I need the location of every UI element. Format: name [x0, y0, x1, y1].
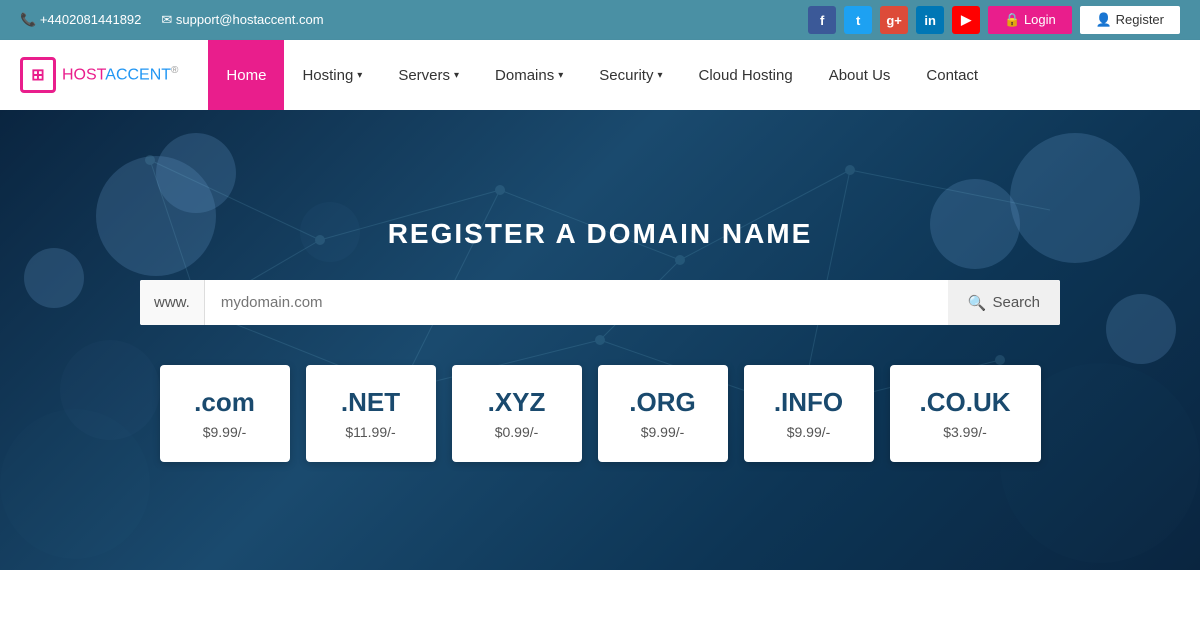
domain-card-com[interactable]: .com $9.99/-	[160, 365, 290, 462]
nav-menu: Home Hosting▾ Servers▾ Domains▾ Security…	[208, 40, 996, 110]
email-address: ✉ support@hostaccent.com	[161, 12, 323, 28]
domain-cards: .com $9.99/- .NET $11.99/- .XYZ $0.99/- …	[160, 365, 1041, 462]
domain-price-couk: $3.99/-	[920, 424, 1011, 440]
hero-title: REGISTER A DOMAIN NAME	[388, 218, 813, 250]
nav-item-security[interactable]: Security▾	[581, 40, 680, 110]
nav-item-cloud-hosting[interactable]: Cloud Hosting	[680, 40, 810, 110]
twitter-icon[interactable]: t	[844, 6, 872, 34]
domain-search-input[interactable]	[205, 280, 948, 325]
domain-card-xyz[interactable]: .XYZ $0.99/-	[452, 365, 582, 462]
nav-item-home[interactable]: Home	[208, 40, 284, 110]
domain-price-org: $9.99/-	[628, 424, 698, 440]
nav-item-hosting[interactable]: Hosting▾	[284, 40, 380, 110]
domain-price-net: $11.99/-	[336, 424, 406, 440]
domain-ext-couk: .CO.UK	[920, 387, 1011, 418]
contact-info: 📞 +4402081441892 ✉ support@hostaccent.co…	[20, 12, 324, 28]
linkedin-icon[interactable]: in	[916, 6, 944, 34]
googleplus-icon[interactable]: g+	[880, 6, 908, 34]
domain-ext-xyz: .XYZ	[482, 387, 552, 418]
search-button[interactable]: 🔍 Search	[948, 280, 1060, 325]
domain-card-couk[interactable]: .CO.UK $3.99/-	[890, 365, 1041, 462]
domain-price-com: $9.99/-	[190, 424, 260, 440]
domain-ext-com: .com	[190, 387, 260, 418]
domain-price-xyz: $0.99/-	[482, 424, 552, 440]
hero-content: REGISTER A DOMAIN NAME www. 🔍 Search .co…	[130, 218, 1070, 462]
phone-number: 📞 +4402081441892	[20, 12, 141, 28]
hero-section: REGISTER A DOMAIN NAME www. 🔍 Search .co…	[0, 110, 1200, 570]
login-button[interactable]: 🔒 Login	[988, 6, 1072, 34]
facebook-icon[interactable]: f	[808, 6, 836, 34]
search-icon: 🔍	[968, 294, 987, 312]
domain-card-org[interactable]: .ORG $9.99/-	[598, 365, 728, 462]
youtube-icon[interactable]: ▶	[952, 6, 980, 34]
top-bar-right: f t g+ in ▶ 🔒 Login 👤 Register	[808, 6, 1180, 34]
domain-price-info: $9.99/-	[774, 424, 844, 440]
nav-item-contact[interactable]: Contact	[908, 40, 996, 110]
navbar: ⊞ HOSTACCENT® Home Hosting▾ Servers▾ Dom…	[0, 40, 1200, 110]
domain-ext-info: .INFO	[774, 387, 844, 418]
logo-text: HOSTACCENT®	[62, 65, 178, 84]
top-bar: 📞 +4402081441892 ✉ support@hostaccent.co…	[0, 0, 1200, 40]
domain-search-box: www. 🔍 Search	[140, 280, 1060, 325]
domain-card-info[interactable]: .INFO $9.99/-	[744, 365, 874, 462]
domain-ext-net: .NET	[336, 387, 406, 418]
domain-card-net[interactable]: .NET $11.99/-	[306, 365, 436, 462]
logo[interactable]: ⊞ HOSTACCENT®	[20, 57, 178, 93]
domain-ext-org: .ORG	[628, 387, 698, 418]
register-button[interactable]: 👤 Register	[1080, 6, 1180, 34]
nav-item-servers[interactable]: Servers▾	[380, 40, 477, 110]
logo-icon: ⊞	[20, 57, 56, 93]
search-prefix: www.	[140, 280, 205, 325]
nav-item-domains[interactable]: Domains▾	[477, 40, 581, 110]
nav-item-about-us[interactable]: About Us	[811, 40, 909, 110]
